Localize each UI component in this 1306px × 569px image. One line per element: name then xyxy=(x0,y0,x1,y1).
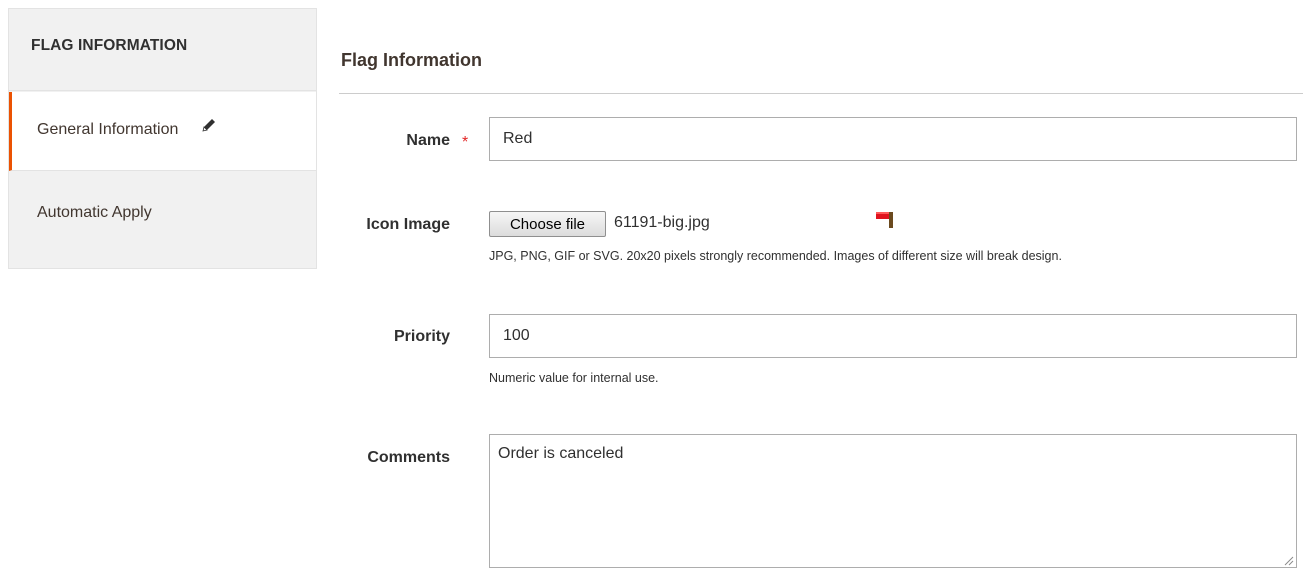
comments-label: Comments xyxy=(367,449,450,466)
icon-image-label: Icon Image xyxy=(366,216,450,233)
sidebar-item-automatic-apply[interactable]: Automatic Apply xyxy=(9,172,316,252)
name-input[interactable] xyxy=(489,117,1297,161)
sidebar-nav: FLAG INFORMATION General Information Aut… xyxy=(8,8,317,269)
required-indicator: * xyxy=(462,134,469,151)
comments-textarea[interactable]: Order is canceled xyxy=(489,434,1297,568)
choose-file-button[interactable]: Choose file xyxy=(489,211,606,237)
sidebar-item-general-information[interactable]: General Information xyxy=(9,92,316,171)
resize-grip-icon[interactable] xyxy=(1283,553,1294,566)
priority-label: Priority xyxy=(393,328,450,345)
sidebar-item-label: Automatic Apply xyxy=(37,204,152,221)
section-divider xyxy=(339,93,1303,94)
sidebar-item-label: General Information xyxy=(37,121,179,138)
priority-input[interactable] xyxy=(489,314,1297,358)
sidebar-title: FLAG INFORMATION xyxy=(9,9,316,91)
name-label: Name xyxy=(406,132,450,149)
red-flag-icon xyxy=(876,210,898,233)
selected-file-name: 61191-big.jpg xyxy=(614,214,710,231)
icon-image-note: JPG, PNG, GIF or SVG. 20x20 pixels stron… xyxy=(489,249,1062,263)
pencil-icon xyxy=(201,117,217,138)
priority-note: Numeric value for internal use. xyxy=(489,371,659,385)
section-title: Flag Information xyxy=(341,50,482,70)
